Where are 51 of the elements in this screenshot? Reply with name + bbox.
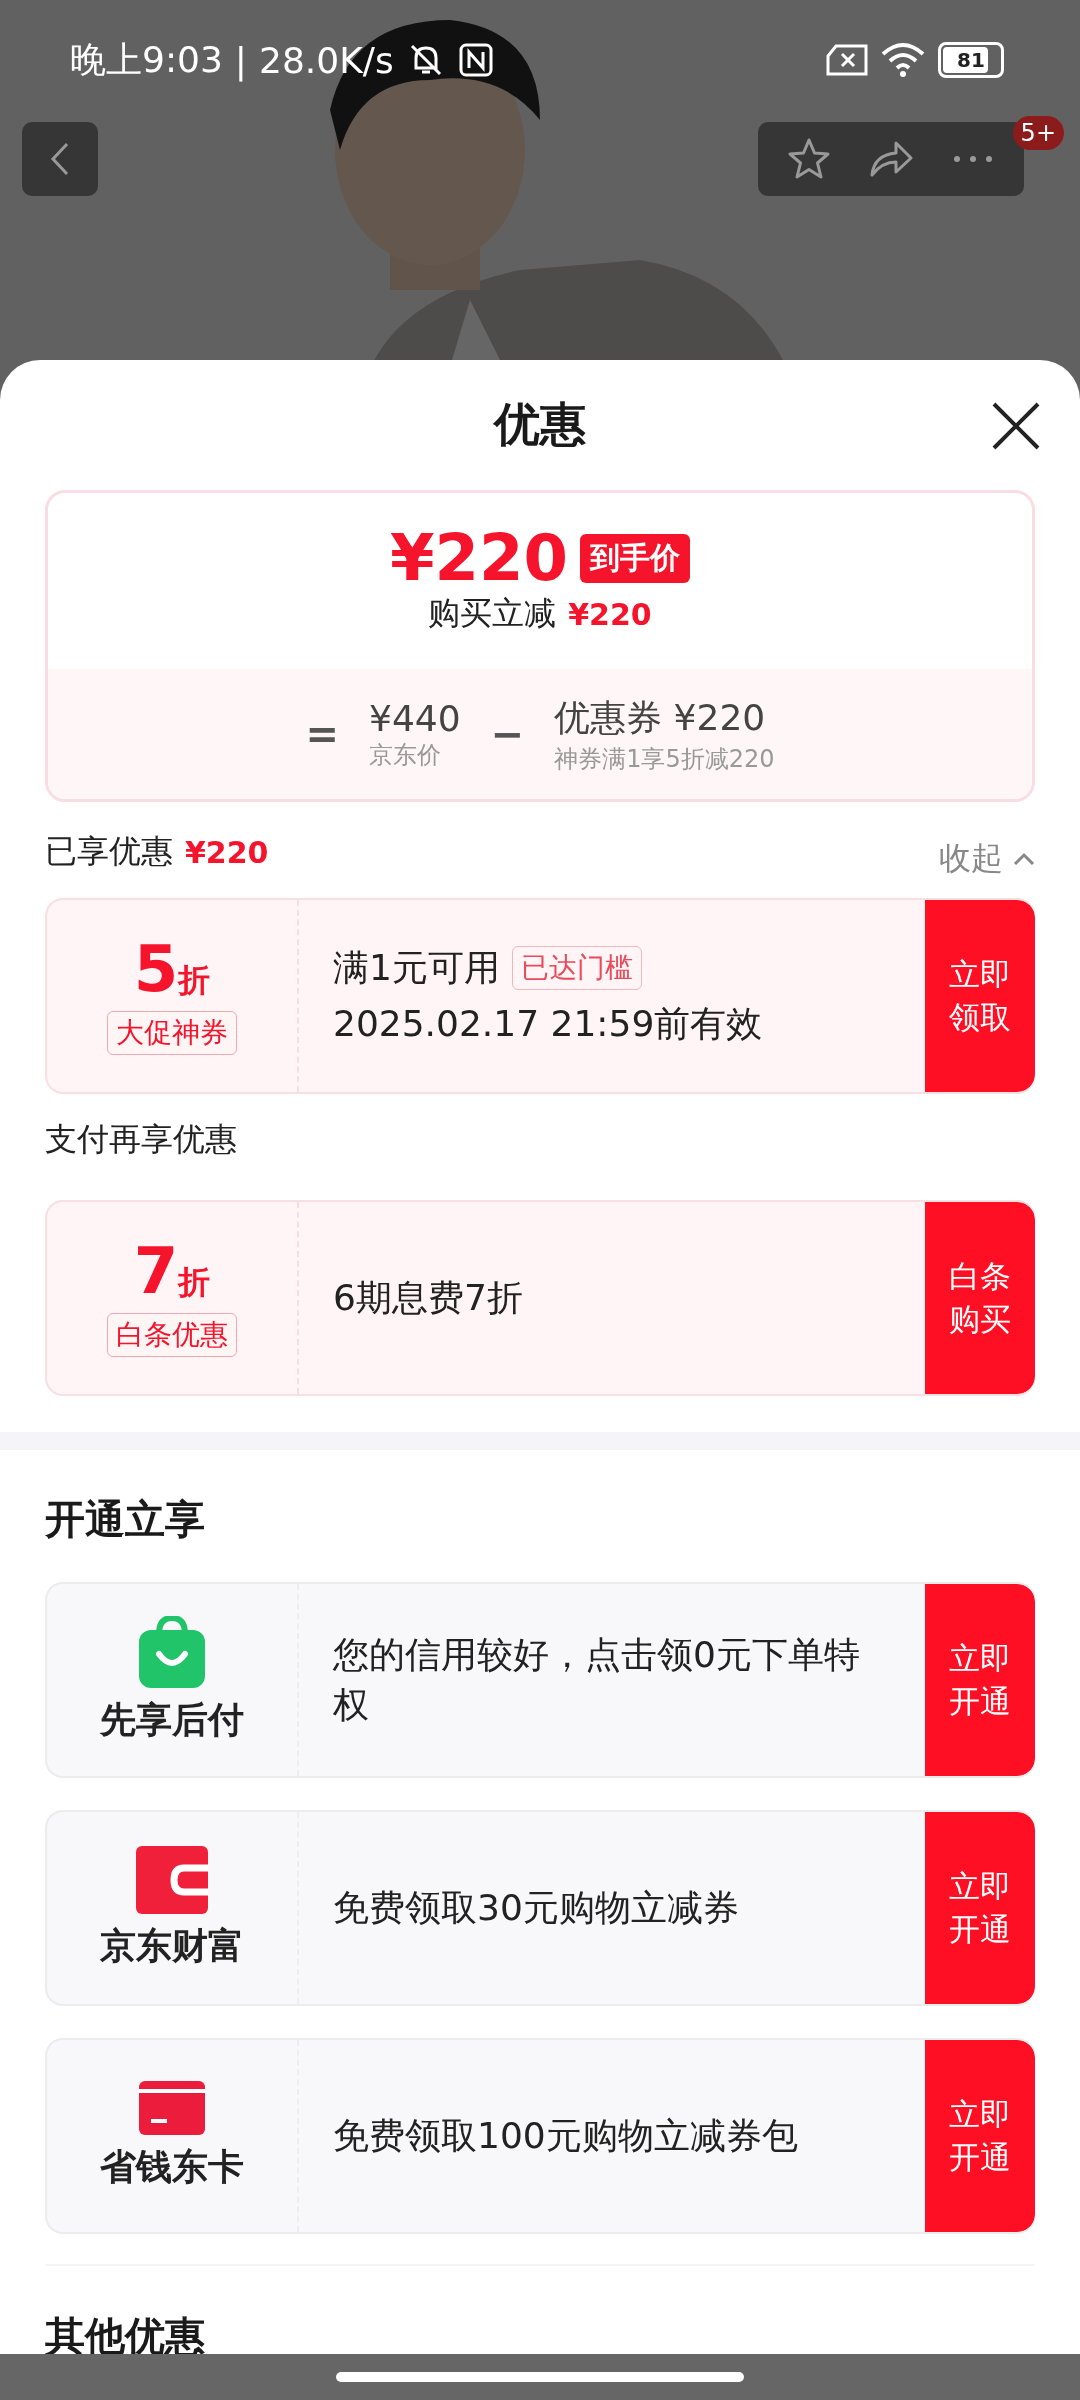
discount-unit: 折: [178, 960, 211, 1001]
shopping-bag-icon: [139, 1615, 205, 1688]
equals-sign: =: [305, 711, 339, 757]
activate-button[interactable]: 立即开通: [925, 1812, 1035, 2004]
more-icon: [953, 155, 993, 163]
claim-button[interactable]: 立即领取: [925, 900, 1035, 1092]
service-offer: 免费领取30元购物立减券: [333, 1885, 740, 1930]
coupon-condition: 满1元可用: [333, 945, 500, 990]
wifi-icon: [880, 42, 926, 78]
activate-button[interactable]: 立即开通: [925, 1584, 1035, 1776]
share-arrow-icon: [868, 139, 914, 179]
enjoyed-amount: ¥220: [185, 834, 269, 870]
validity-text: 2025.02.17 21:59前有效: [333, 1002, 764, 1046]
battery-icon: 81: [938, 42, 1004, 78]
service-name: 先享后付: [100, 1697, 244, 1742]
back-icon: [49, 141, 71, 177]
star-icon: [787, 137, 831, 181]
section-title: 开通立享: [45, 1494, 206, 1544]
service-offer: 免费领取100元购物立减券包: [333, 2113, 799, 2158]
coupon-amount: 优惠券 ¥220: [554, 695, 767, 740]
saving-label: 购买立减: [428, 593, 557, 634]
credit-card-icon: [139, 2080, 205, 2135]
coupon-condition: 6期息费7折: [333, 1275, 523, 1320]
enjoyed-label: 已享优惠: [45, 831, 173, 872]
final-price: ¥220: [389, 526, 569, 590]
status-separator: |: [234, 39, 247, 81]
service-name: 京东财富: [100, 1923, 244, 1968]
activate-button[interactable]: 立即开通: [925, 2040, 1035, 2232]
status-time: 晚上9:03: [70, 37, 223, 82]
sheet-title: 优惠: [494, 396, 586, 453]
threshold-badge: 已达门槛: [511, 945, 642, 990]
network-speed: 28.0K/s: [259, 39, 394, 81]
nfc-icon: [457, 42, 494, 78]
minus-sign: −: [490, 711, 525, 757]
saving-amount: ¥220: [568, 596, 652, 632]
collapse-toggle[interactable]: 收起: [939, 837, 1035, 881]
coupon-tag: 白条优惠: [107, 1313, 237, 1357]
back-button[interactable]: [22, 122, 98, 196]
wallet-icon: [136, 1845, 208, 1914]
claim-button[interactable]: 白条购买: [925, 1202, 1035, 1394]
section-label: 支付再享优惠: [45, 1119, 238, 1160]
final-price-tag: 到手价: [580, 533, 691, 583]
coupon-tag: 大促神券: [107, 1011, 237, 1055]
base-price: ¥440: [369, 697, 461, 739]
coupon-note: 神券满1享5折减220: [554, 743, 775, 775]
notification-badge: 5+: [1012, 116, 1064, 150]
service-offer: 您的信用较好，点击领0元下单特权: [333, 1632, 861, 1727]
service-name: 省钱东卡: [100, 2144, 244, 2189]
base-price-label: 京东价: [369, 739, 442, 771]
discount-unit: 折: [178, 1262, 211, 1303]
sim-error-icon: [826, 44, 868, 76]
